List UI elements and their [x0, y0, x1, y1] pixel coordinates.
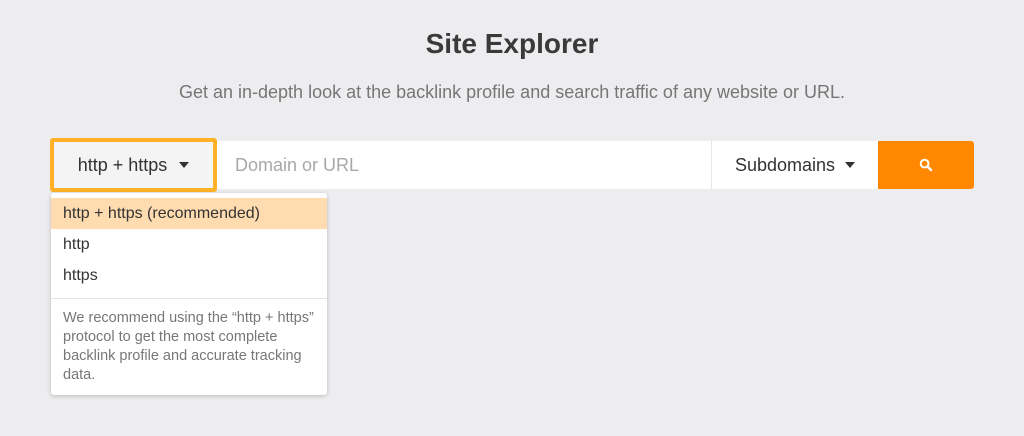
- caret-down-icon: [179, 162, 190, 168]
- dropdown-option-http[interactable]: http: [51, 229, 327, 260]
- page-title: Site Explorer: [425, 28, 599, 59]
- mode-select-label: Subdomains: [734, 154, 836, 175]
- dropdown-option-http-https[interactable]: http + https (recommended): [51, 198, 327, 229]
- search-button[interactable]: [878, 141, 974, 189]
- search-bar: http + https Subdomains: [50, 138, 974, 192]
- mode-select[interactable]: Subdomains: [711, 141, 878, 189]
- page-subtitle: Get an in-depth look at the backlink pro…: [178, 82, 846, 102]
- search-icon: [919, 158, 933, 172]
- protocol-select[interactable]: http + https: [50, 138, 217, 192]
- protocol-dropdown: http + https (recommended) http https We…: [51, 193, 327, 395]
- protocol-select-label: http + https: [77, 154, 168, 175]
- dropdown-note: We recommend using the “http + https” pr…: [63, 310, 314, 383]
- dropdown-divider: [51, 298, 327, 299]
- caret-down-icon: [845, 162, 856, 168]
- dropdown-option-https[interactable]: https: [51, 260, 327, 291]
- domain-input[interactable]: [217, 141, 711, 189]
